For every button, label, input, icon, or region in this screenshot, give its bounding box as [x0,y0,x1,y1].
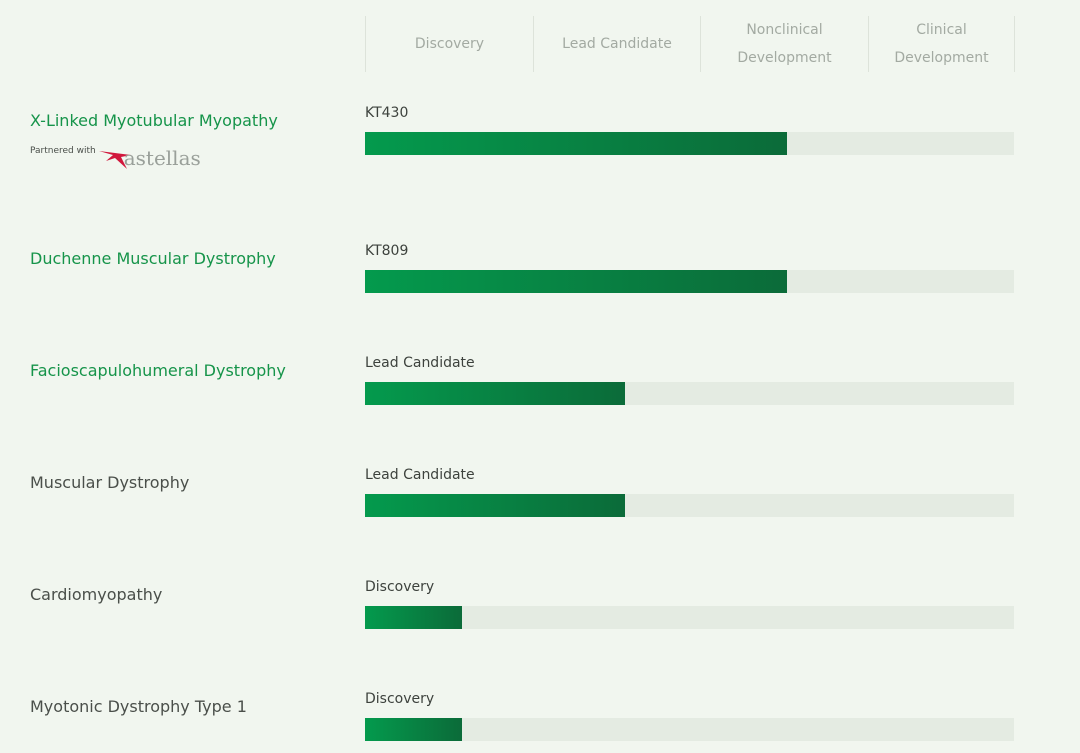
progress-fill [365,382,625,405]
astellas-logo: astellas [98,141,201,171]
partner-name: astellas [123,146,201,170]
program-stage-label: KT430 [365,105,409,121]
progress-fill [365,718,463,741]
program-name: Cardiomyopathy [30,585,163,604]
program-stage-label: Lead Candidate [365,467,475,483]
partner-label: Partnered with [30,146,96,156]
program-name[interactable]: Facioscapulohumeral Dystrophy [30,361,286,380]
stage-label: Lead Candidate [562,36,672,52]
progress-track [365,270,1014,293]
progress-fill [365,606,463,629]
progress-fill [365,132,787,155]
stage-column-lead-candidate: Lead Candidate [534,16,701,72]
stage-column-clinical: Clinical Development [869,16,1015,72]
program-name: Muscular Dystrophy [30,473,190,492]
partner-badge: Partnered with astellas [30,140,201,172]
progress-track [365,606,1014,629]
stage-label: Discovery [414,36,485,52]
program-name[interactable]: Duchenne Muscular Dystrophy [30,249,276,268]
stage-column-nonclinical: Nonclinical Development [701,16,869,72]
stage-header: Discovery Lead Candidate Nonclinical Dev… [365,16,1015,72]
progress-track [365,132,1014,155]
stage-column-discovery: Discovery [366,16,534,72]
program-stage-label: KT809 [365,243,409,259]
progress-track [365,718,1014,741]
stage-label: Nonclinical Development [737,22,832,66]
program-name: Myotonic Dystrophy Type 1 [30,697,247,716]
program-stage-label: Discovery [365,579,435,595]
program-name[interactable]: X-Linked Myotubular Myopathy [30,111,278,130]
stage-label: Clinical Development [894,22,989,66]
progress-track [365,494,1014,517]
program-stage-label: Discovery [365,691,435,707]
progress-fill [365,270,787,293]
progress-fill [365,494,625,517]
program-stage-label: Lead Candidate [365,355,475,371]
progress-track [365,382,1014,405]
